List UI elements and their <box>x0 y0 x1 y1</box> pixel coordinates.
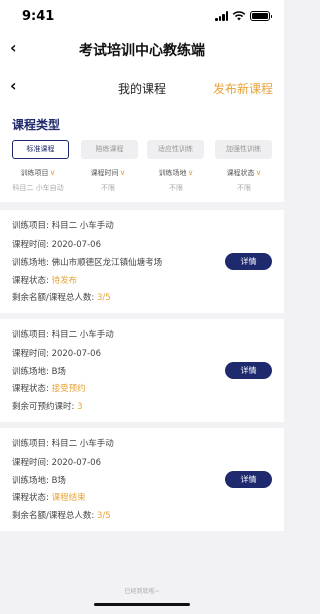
chevron-down-icon: ∨ <box>119 168 126 177</box>
publish-new-course-button[interactable]: 发布新课程 <box>213 80 273 97</box>
home-indicator[interactable] <box>94 603 190 606</box>
dropdown-value: 科目二 小车自动 <box>12 184 64 192</box>
dropdown-project[interactable]: 训练项目∨ <box>6 168 70 178</box>
type-adaptive-button[interactable]: 适应性训练 <box>147 140 204 159</box>
card-line: 剩余可预约课时: 3 <box>12 402 83 412</box>
card-line: 课程时间: 2020-07-06 <box>12 458 101 468</box>
dropdown-label: 课程状态 <box>226 169 255 177</box>
card-line: 训练场地: B场 <box>12 476 66 486</box>
dropdown-value: 不限 <box>169 184 183 192</box>
card-line: 训练项目: 科目二 小车手动 <box>12 330 114 340</box>
card-line: 课程状态: 课程结束 <box>12 493 86 503</box>
status-time: 9:41 <box>22 9 55 24</box>
type-standard-button[interactable]: 标准课程 <box>12 140 69 159</box>
chevron-down-icon: ∨ <box>255 168 262 177</box>
wifi-icon <box>232 11 246 21</box>
card-line: 训练场地: 佛山市顺德区龙江镇仙塘考场 <box>12 258 163 268</box>
detail-button[interactable]: 详情 <box>225 471 272 488</box>
dropdown-value: 不限 <box>237 184 251 192</box>
dropdown-venue[interactable]: 训练场地∨ <box>144 168 208 178</box>
card-line: 训练项目: 科目二 小车手动 <box>12 439 114 449</box>
detail-button[interactable]: 详情 <box>225 362 272 379</box>
card-line: 剩余名额/课程总人数: 3/5 <box>12 511 111 521</box>
card-line: 训练场地: B场 <box>12 367 66 377</box>
dropdown-status[interactable]: 课程状态∨ <box>212 168 276 178</box>
card-line: 课程时间: 2020-07-06 <box>12 349 101 359</box>
end-of-list-text: 已经到底啦~ <box>124 588 160 595</box>
card-line: 剩余名额/课程总人数: 3/5 <box>12 293 111 303</box>
dropdown-label: 训练场地 <box>158 169 187 177</box>
chevron-down-icon: ∨ <box>187 168 194 177</box>
status-icons <box>215 11 272 21</box>
dropdown-value: 不限 <box>101 184 115 192</box>
filter-heading: 课程类型 <box>12 118 61 132</box>
card-line: 训练项目: 科目二 小车手动 <box>12 221 114 231</box>
signal-icon <box>215 11 228 21</box>
card-line: 课程状态: 接受预约 <box>12 384 86 394</box>
card-line: 课程时间: 2020-07-06 <box>12 240 101 250</box>
type-intensive-button[interactable]: 加强性训练 <box>215 140 272 159</box>
card-line: 课程状态: 待发布 <box>12 276 78 286</box>
type-companion-button[interactable]: 陪练课程 <box>81 140 138 159</box>
battery-icon <box>250 11 272 21</box>
dropdown-label: 课程时间 <box>90 169 119 177</box>
dropdown-label: 训练项目 <box>20 169 49 177</box>
detail-button[interactable]: 详情 <box>225 253 272 270</box>
page-title: 考试培训中心教练端 <box>79 43 205 59</box>
dropdown-time[interactable]: 课程时间∨ <box>76 168 140 178</box>
chevron-down-icon: ∨ <box>49 168 56 177</box>
